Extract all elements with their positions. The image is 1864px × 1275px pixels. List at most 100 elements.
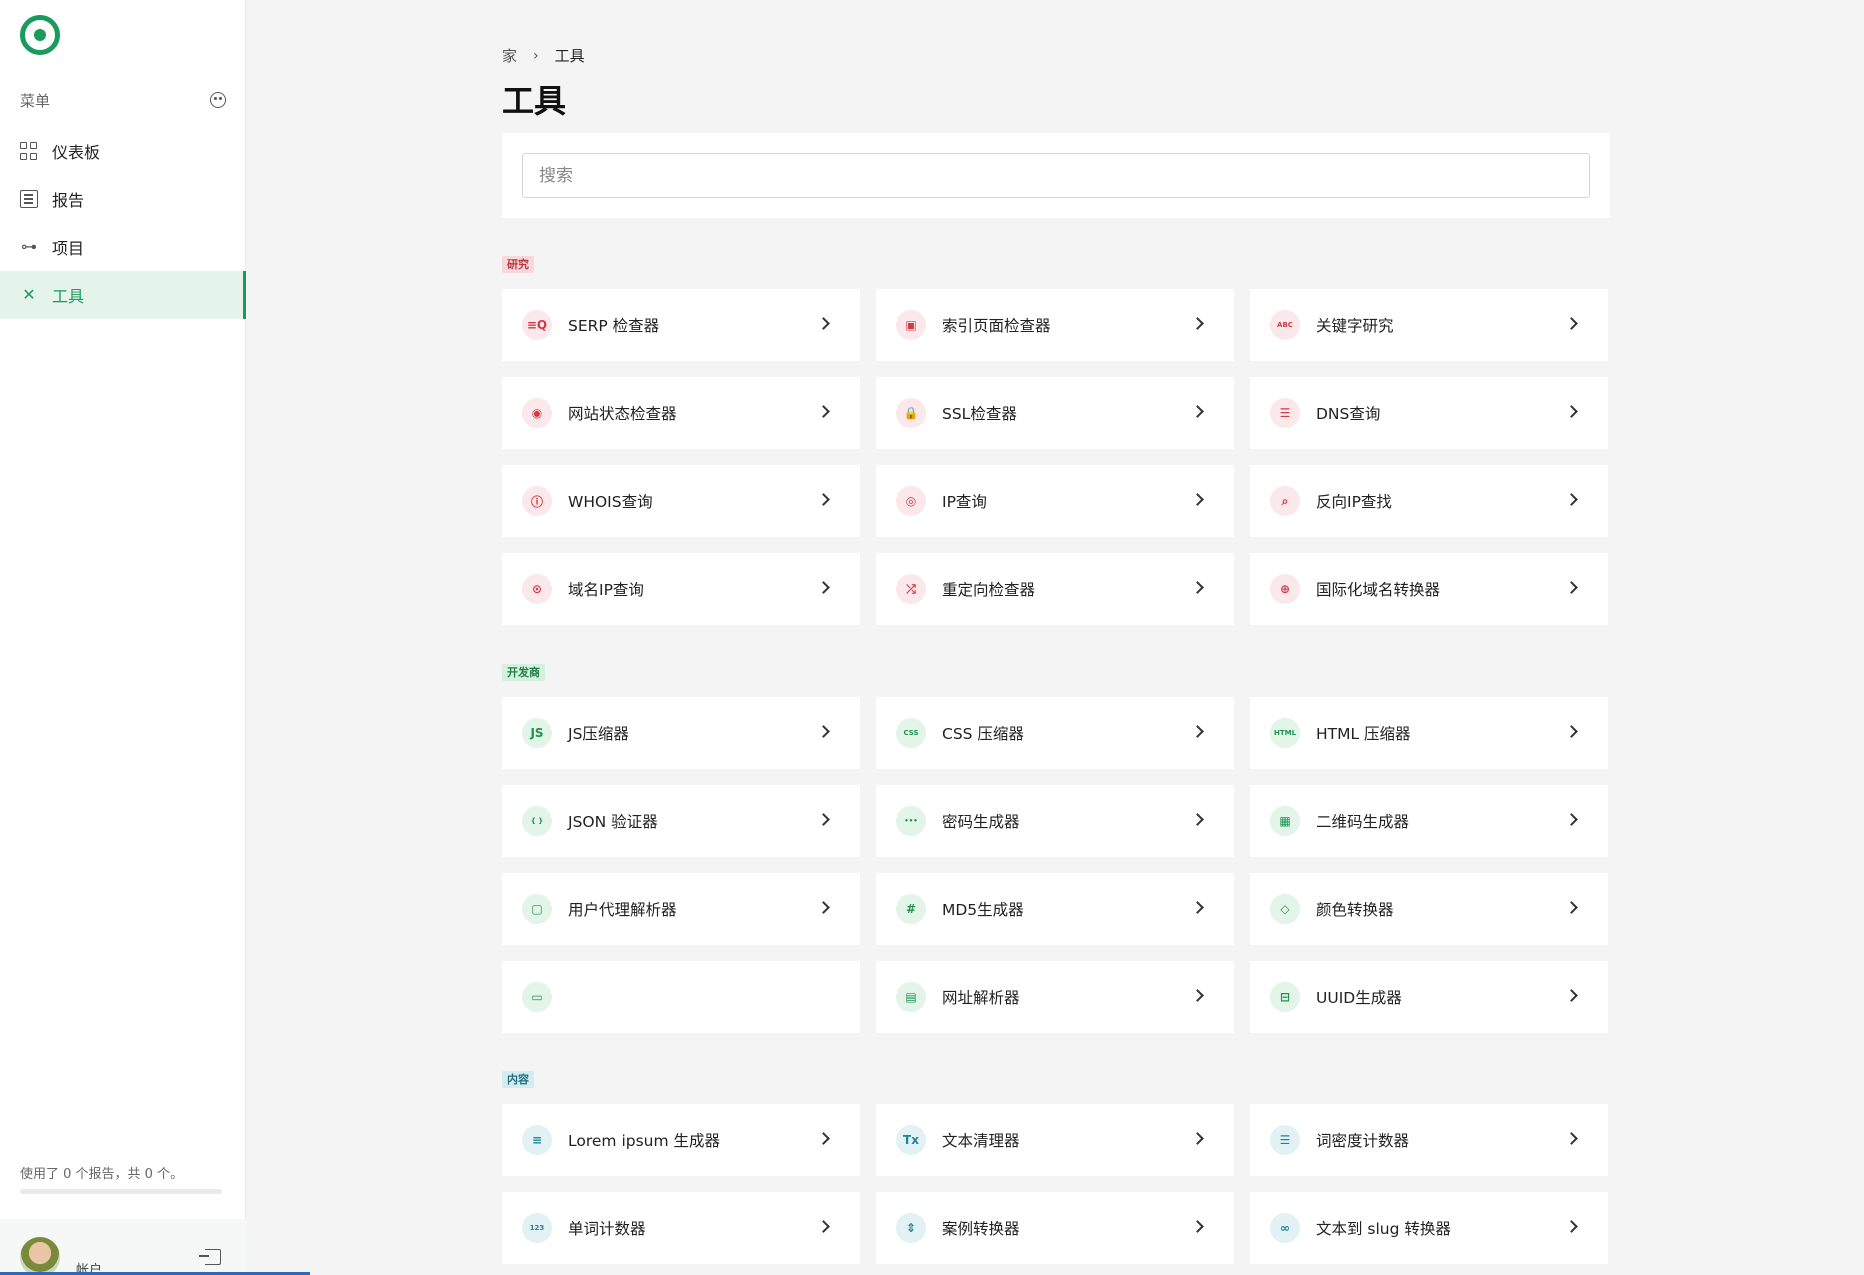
logout-icon[interactable] <box>199 1249 221 1265</box>
color-icon: ◇ <box>1270 894 1300 924</box>
tool-card[interactable]: ≡ Lorem ipsum 生成器 <box>502 1104 860 1176</box>
tool-label: CSS 压缩器 <box>942 725 1024 743</box>
tool-label: UUID生成器 <box>1316 989 1402 1007</box>
hash-icon: # <box>896 894 926 924</box>
text-lines-icon: ≡ <box>522 1125 552 1155</box>
tool-card[interactable]: 123 单词计数器 <box>502 1192 860 1264</box>
tool-card[interactable]: ⇕ 案例转换器 <box>876 1192 1234 1264</box>
tool-card[interactable]: ▦ 二维码生成器 <box>1250 785 1608 857</box>
tool-card[interactable]: ▭ <box>502 961 860 1033</box>
tool-label: 案例转换器 <box>942 1220 1020 1238</box>
sidebar-item-label: 仪表板 <box>52 143 101 162</box>
chevron-right-icon <box>1565 901 1578 914</box>
ip-lookup-icon: ◎ <box>896 486 926 516</box>
tool-card[interactable]: JS JS压缩器 <box>502 697 860 769</box>
tool-label: 单词计数器 <box>568 1220 646 1238</box>
grid-icon <box>20 142 38 160</box>
usage-text: 使用了 0 个报告，共 0 个。 <box>20 1167 184 1182</box>
theme-toggle-icon[interactable] <box>210 92 226 108</box>
usage-progress-bar <box>20 1189 222 1194</box>
tool-card[interactable]: ≡Q SERP 检查器 <box>502 289 860 361</box>
chevron-right-icon <box>1565 1132 1578 1145</box>
tool-label: 反向IP查找 <box>1316 493 1392 511</box>
tool-label: 重定向检查器 <box>942 581 1036 599</box>
tool-card[interactable]: ▤ 网址解析器 <box>876 961 1234 1033</box>
tool-card[interactable]: Tx 文本清理器 <box>876 1104 1234 1176</box>
tool-card[interactable]: ••• 密码生成器 <box>876 785 1234 857</box>
qr-code-icon: ▦ <box>1270 806 1300 836</box>
section-badge: 开发商 <box>502 664 545 681</box>
tool-label: 关键字研究 <box>1316 317 1394 335</box>
tool-card[interactable]: HTML HTML 压缩器 <box>1250 697 1608 769</box>
tool-label: 用户代理解析器 <box>568 901 677 919</box>
tool-card[interactable]: ▢ 用户代理解析器 <box>502 873 860 945</box>
tool-card[interactable]: CSS CSS 压缩器 <box>876 697 1234 769</box>
search-input[interactable] <box>522 153 1590 198</box>
tool-card[interactable]: ⌕ 反向IP查找 <box>1250 465 1608 537</box>
tool-card[interactable]: { } JSON 验证器 <box>502 785 860 857</box>
tool-label: 颜色转换器 <box>1316 901 1394 919</box>
tool-card[interactable]: ▣ 索引页面检查器 <box>876 289 1234 361</box>
avatar[interactable] <box>20 1237 60 1275</box>
tool-card[interactable]: ◉ 网站状态检查器 <box>502 377 860 449</box>
tool-label: 词密度计数器 <box>1316 1132 1410 1150</box>
tool-label: HTML 压缩器 <box>1316 725 1411 743</box>
chevron-right-icon <box>817 725 830 738</box>
tool-card[interactable]: ⊙ 域名IP查询 <box>502 553 860 625</box>
chevron-right-icon <box>1191 317 1204 330</box>
chevron-right-icon <box>1191 405 1204 418</box>
tool-card[interactable]: ∞ 文本到 slug 转换器 <box>1250 1192 1608 1264</box>
tool-label: SERP 检查器 <box>568 317 660 335</box>
breadcrumb-home[interactable]: 家 <box>502 45 517 66</box>
browser-icon: ▢ <box>522 894 552 924</box>
sidebar-item-label: 报告 <box>52 191 85 210</box>
chevron-right-icon <box>1565 581 1578 594</box>
tool-label: SSL检查器 <box>942 405 1017 423</box>
tool-card[interactable]: ☰ DNS查询 <box>1250 377 1608 449</box>
chevron-right-icon <box>1191 493 1204 506</box>
tool-card[interactable]: ⓘ WHOIS查询 <box>502 465 860 537</box>
section-badge: 研究 <box>502 256 534 273</box>
sidebar-item-projects[interactable]: ⊶ 项目 <box>0 223 246 271</box>
chevron-right-icon <box>1565 317 1578 330</box>
keyword-icon: ABC <box>1270 310 1300 340</box>
sidebar: 菜单 仪表板 报告 ⊶ 项目 ✕ 工具 使用了 0 个报告，共 0 个。 帐户 <box>0 0 246 1275</box>
sidebar-item-tools[interactable]: ✕ 工具 <box>0 271 246 319</box>
tool-card[interactable]: ABC 关键字研究 <box>1250 289 1608 361</box>
breadcrumb: 家 › 工具 <box>502 45 585 66</box>
sidebar-item-reports[interactable]: 报告 <box>0 175 246 223</box>
tool-card[interactable]: ⊟ UUID生成器 <box>1250 961 1608 1033</box>
chevron-right-icon <box>1191 1132 1204 1145</box>
braces-icon: { } <box>522 806 552 836</box>
search-card <box>502 133 1610 218</box>
tool-label: 网站状态检查器 <box>568 405 677 423</box>
tool-card[interactable]: ⤮ 重定向检查器 <box>876 553 1234 625</box>
tool-card[interactable]: ◇ 颜色转换器 <box>1250 873 1608 945</box>
page-title: 工具 <box>502 82 567 120</box>
chevron-right-icon <box>1191 581 1204 594</box>
search-icon: ⌕ <box>1270 486 1300 516</box>
logo[interactable] <box>20 15 60 55</box>
chevron-right-icon <box>817 901 830 914</box>
info-icon: ⓘ <box>522 486 552 516</box>
clear-format-icon: Tx <box>896 1125 926 1155</box>
tool-card[interactable]: ⊕ 国际化域名转换器 <box>1250 553 1608 625</box>
tool-label: 文本到 slug 转换器 <box>1316 1220 1451 1238</box>
tool-card[interactable]: ☰ 词密度计数器 <box>1250 1104 1608 1176</box>
html-icon: HTML <box>1270 718 1300 748</box>
chevron-right-icon <box>817 405 830 418</box>
sidebar-item-dashboard[interactable]: 仪表板 <box>0 127 246 175</box>
chevron-right-icon <box>1191 901 1204 914</box>
lock-icon: 🔒 <box>896 398 926 428</box>
sidebar-item-label: 工具 <box>52 287 85 306</box>
counter-icon: 123 <box>522 1213 552 1243</box>
serp-icon: ≡Q <box>522 310 552 340</box>
tool-label: 域名IP查询 <box>568 581 644 599</box>
tool-card[interactable]: # MD5生成器 <box>876 873 1234 945</box>
tool-card[interactable]: ◎ IP查询 <box>876 465 1234 537</box>
tool-card[interactable]: 🔒 SSL检查器 <box>876 377 1234 449</box>
project-icon: ⊶ <box>21 237 37 256</box>
list-icon: ☰ <box>1270 1125 1300 1155</box>
menu-header: 菜单 <box>20 88 226 112</box>
chevron-right-icon <box>817 1132 830 1145</box>
